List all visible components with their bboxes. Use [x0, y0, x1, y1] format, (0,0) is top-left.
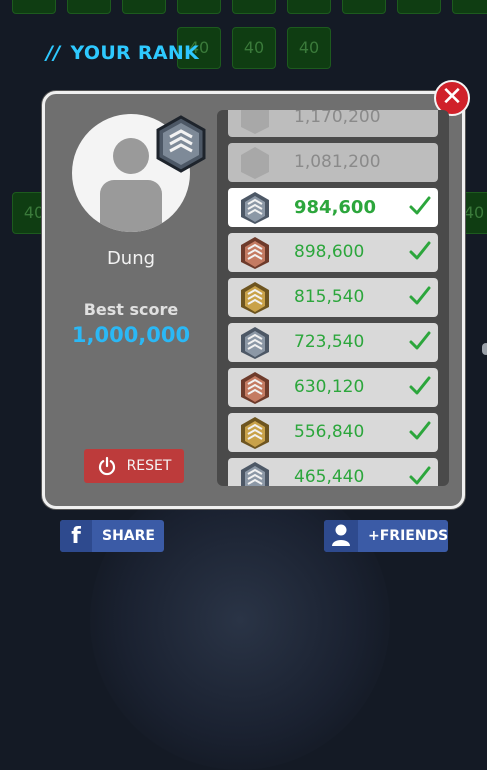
rank-score: 1,081,200: [294, 152, 381, 172]
background-tile: [287, 0, 331, 14]
page-title: // YOUR RANK: [46, 42, 199, 64]
avatar-body: [100, 180, 162, 232]
share-label: SHARE: [102, 528, 155, 544]
rank-score: 984,600: [294, 197, 376, 218]
rank-gold-icon: [241, 417, 269, 449]
hexagon-icon: [241, 147, 269, 179]
rank-row: 556,840: [228, 413, 438, 452]
background-tile: [122, 0, 166, 14]
background-tile: [12, 0, 56, 14]
rank-silver-icon: [241, 192, 269, 224]
share-button[interactable]: f SHARE: [60, 520, 164, 552]
hexagon-icon: [241, 110, 269, 134]
rank-badge-icon: [156, 115, 206, 173]
background-tile: [177, 0, 221, 14]
user-icon: [324, 520, 358, 552]
reset-label: RESET: [126, 458, 172, 474]
check-icon: [409, 241, 431, 260]
player-name: Dung: [106, 248, 156, 269]
background-tile: [232, 0, 276, 14]
rank-silver-icon: [241, 462, 269, 486]
rank-list[interactable]: 1,170,200 1,081,200 984,600 898,600 815,540 7…: [217, 110, 449, 486]
best-score-value: 1,000,000: [71, 323, 191, 347]
rank-score: 630,120: [294, 377, 365, 397]
check-icon: [409, 376, 431, 395]
background-tile: [67, 0, 111, 14]
rank-row: 1,170,200: [228, 110, 438, 137]
title-slash: //: [46, 42, 61, 64]
rank-gold-icon: [241, 282, 269, 314]
background-tile: [342, 0, 386, 14]
rank-bronze-icon: [241, 372, 269, 404]
check-icon: [409, 286, 431, 305]
reset-button[interactable]: RESET: [84, 449, 184, 483]
check-icon: [409, 196, 431, 215]
rank-score: 465,440: [294, 467, 365, 486]
rank-row: 1,081,200: [228, 143, 438, 182]
avatar-head: [113, 138, 149, 174]
friends-label: +FRIENDS: [368, 528, 448, 544]
rank-score: 723,540: [294, 332, 365, 352]
rank-score: 815,540: [294, 287, 365, 307]
title-text: YOUR RANK: [70, 42, 200, 64]
add-friends-button[interactable]: +FRIENDS: [324, 520, 448, 552]
rank-row: 723,540: [228, 323, 438, 362]
background-tile: [397, 0, 441, 14]
rank-row: 465,440: [228, 458, 438, 486]
check-icon: [409, 466, 431, 485]
rank-score: 556,840: [294, 422, 365, 442]
rank-row: 984,600: [228, 188, 438, 227]
rank-row: 815,540: [228, 278, 438, 317]
background-tile: 40: [287, 27, 331, 69]
background-tile: 40: [232, 27, 276, 69]
best-score-label: Best score: [83, 300, 179, 319]
rank-silver-icon: [241, 327, 269, 359]
check-icon: [409, 421, 431, 440]
rank-score: 898,600: [294, 242, 365, 262]
background-tile: [452, 0, 487, 14]
check-icon: [409, 331, 431, 350]
power-icon: [98, 456, 115, 476]
rank-score: 1,170,200: [294, 110, 381, 127]
background-planet: [90, 470, 390, 770]
facebook-icon: f: [60, 520, 92, 552]
rank-row: 630,120: [228, 368, 438, 407]
rank-bronze-icon: [241, 237, 269, 269]
edge-indicator: [482, 343, 487, 355]
rank-row: 898,600: [228, 233, 438, 272]
